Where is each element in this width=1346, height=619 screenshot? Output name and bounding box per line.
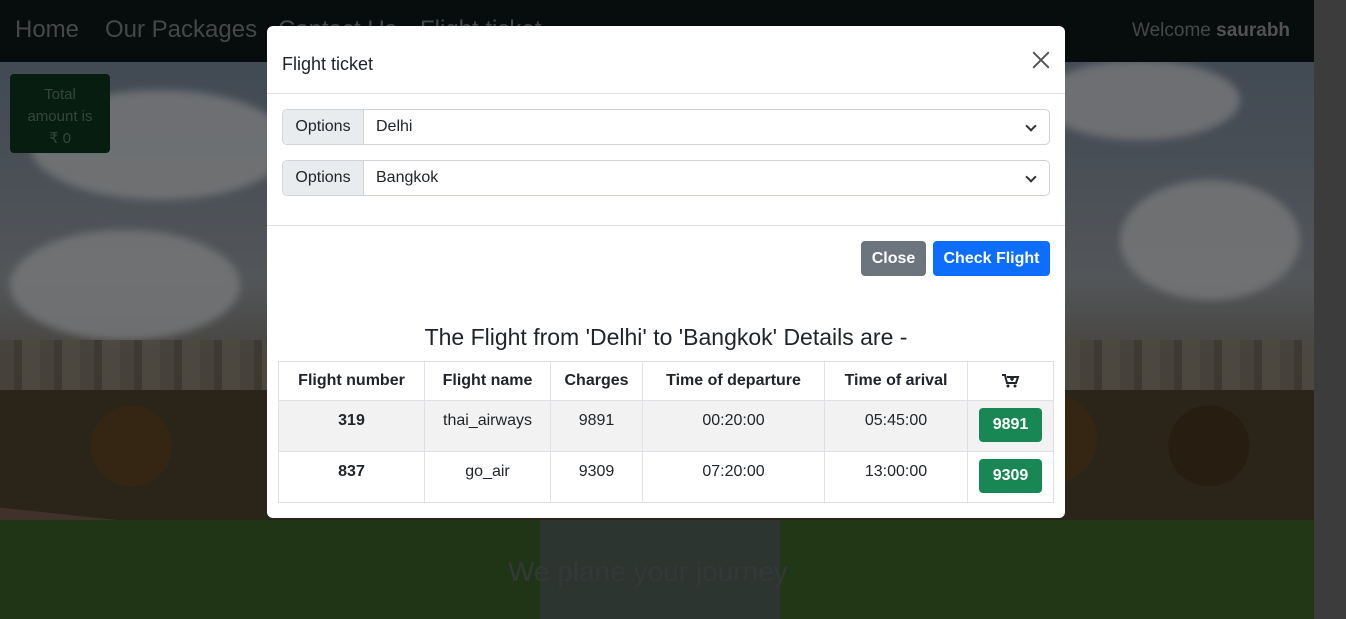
flight-arrival: 05:45:00 [824, 400, 968, 452]
modal-footer: Close Check Flight [267, 226, 1065, 296]
table-header-row: Flight number Flight name Charges Time o… [278, 361, 1054, 401]
header-arrival: Time of arival [824, 361, 968, 401]
check-flight-button[interactable]: Check Flight [933, 241, 1050, 276]
table-row: 319 thai_airways 9891 00:20:00 05:45:00 … [278, 400, 1054, 452]
from-city-value: Delhi [376, 118, 413, 135]
book-price-button[interactable]: 9309 [979, 459, 1042, 493]
header-cart [967, 361, 1054, 401]
scrollbar[interactable] [1314, 0, 1346, 619]
flight-departure: 07:20:00 [642, 451, 825, 503]
flight-number: 319 [278, 400, 425, 452]
close-icon[interactable] [1029, 48, 1053, 72]
flight-number: 837 [278, 451, 425, 503]
chevron-down-icon [1025, 120, 1037, 132]
flight-departure: 00:20:00 [642, 400, 825, 452]
header-departure: Time of departure [642, 361, 825, 401]
flight-arrival: 13:00:00 [824, 451, 968, 503]
flight-ticket-modal: Flight ticket Options Delhi Options Bang… [267, 26, 1065, 518]
from-options-label: Options [283, 110, 364, 144]
to-city-select[interactable]: Bangkok [364, 161, 1049, 195]
modal-body: Options Delhi Options Bangkok [267, 94, 1065, 226]
flight-results-table: Flight number Flight name Charges Time o… [278, 361, 1054, 503]
table-row: 837 go_air 9309 07:20:00 13:00:00 9309 [278, 451, 1054, 503]
to-city-group: Options Bangkok [282, 160, 1050, 196]
close-button[interactable]: Close [861, 241, 926, 276]
flight-name: thai_airways [424, 400, 551, 452]
from-city-select[interactable]: Delhi [364, 110, 1049, 144]
modal-title: Flight ticket [282, 54, 374, 74]
header-flight-name: Flight name [424, 361, 551, 401]
book-price-button[interactable]: 9891 [979, 408, 1042, 442]
flight-charges: 9309 [550, 451, 643, 503]
modal-header: Flight ticket [267, 26, 1065, 94]
to-city-value: Bangkok [376, 169, 439, 186]
cart-plus-icon [1001, 373, 1019, 388]
to-options-label: Options [283, 161, 364, 195]
flight-name: go_air [424, 451, 551, 503]
results-title: The Flight from 'Delhi' to 'Bangkok' Det… [424, 324, 908, 350]
flight-charges: 9891 [550, 400, 643, 452]
chevron-down-icon [1025, 171, 1037, 183]
price-cell: 9309 [967, 451, 1054, 503]
price-cell: 9891 [967, 400, 1054, 452]
header-charges: Charges [550, 361, 643, 401]
from-city-group: Options Delhi [282, 109, 1050, 145]
header-flight-number: Flight number [278, 361, 425, 401]
